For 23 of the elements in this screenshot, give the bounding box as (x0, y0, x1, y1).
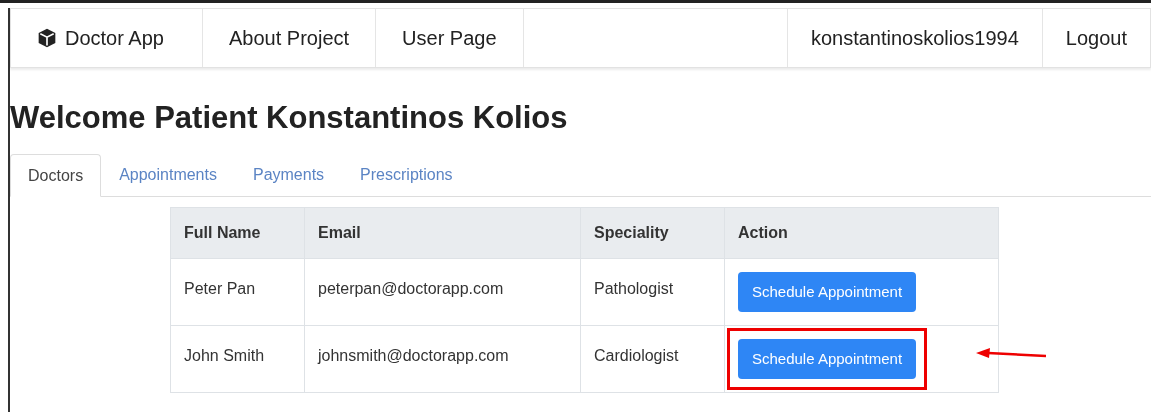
table-cell: Cardiologist (580, 325, 725, 393)
column-header: Full Name (170, 207, 305, 259)
nav-link[interactable]: User Page (376, 9, 524, 67)
schedule-appointment-button[interactable]: Schedule Appointment (738, 339, 917, 379)
logout-link[interactable]: Logout (1041, 9, 1150, 67)
table-cell: John Smith (170, 325, 305, 393)
table-cell: Peter Pan (170, 258, 305, 326)
column-header: Speciality (580, 207, 725, 259)
column-header: Email (304, 207, 581, 259)
column-header: Action (724, 207, 999, 259)
page-heading: Welcome Patient Konstantinos Kolios (10, 102, 569, 133)
table-cell: peterpan@doctorapp.com (304, 258, 581, 326)
tab[interactable]: Appointments (101, 154, 235, 196)
tab[interactable]: Doctors (10, 154, 102, 197)
cube-icon (37, 28, 57, 48)
table-cell: johnsmith@doctorapp.com (304, 325, 581, 393)
tab[interactable]: Prescriptions (342, 154, 471, 196)
username-link[interactable]: konstantinoskolios1994 (786, 9, 1042, 67)
nav-link[interactable]: About Project (203, 9, 377, 67)
table-cell: Pathologist (580, 258, 725, 326)
brand-link[interactable]: Doctor App (11, 9, 203, 67)
tab[interactable]: Payments (234, 154, 343, 196)
schedule-appointment-button[interactable]: Schedule Appointment (738, 272, 917, 312)
